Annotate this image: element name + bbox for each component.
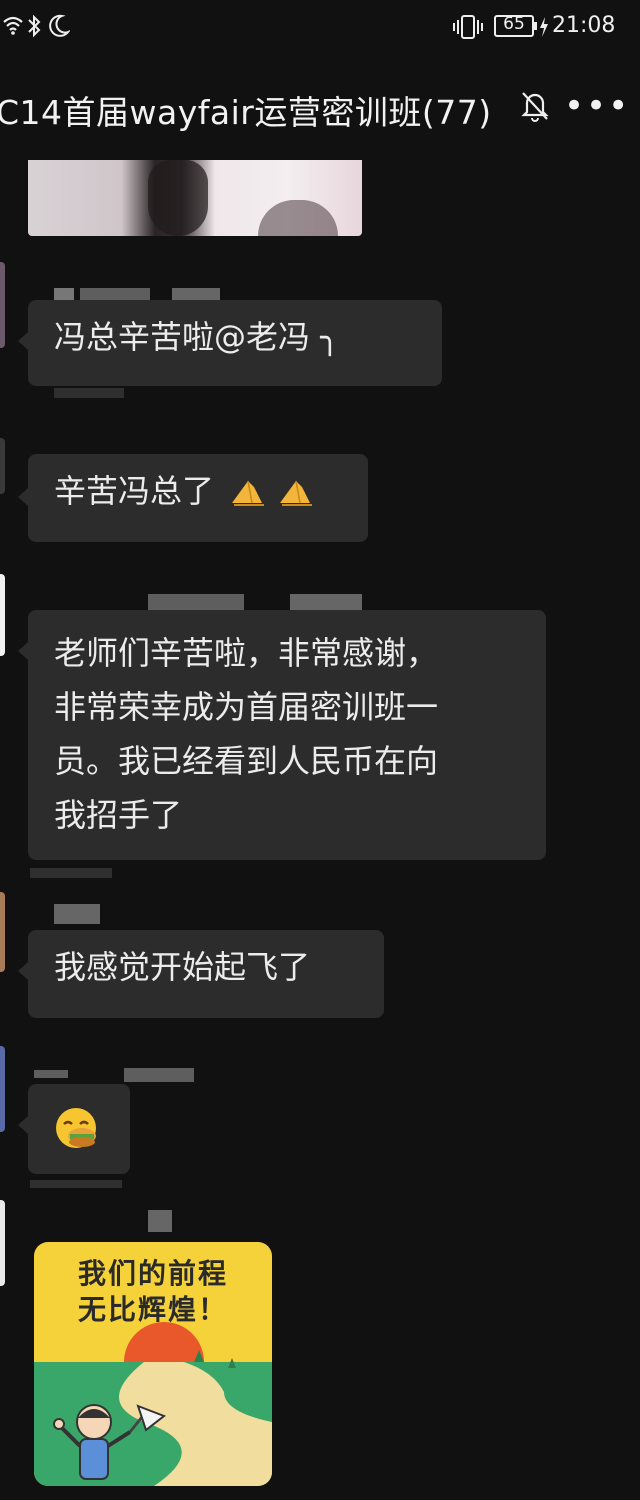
sender-name: [34, 1070, 68, 1078]
bubble-tail: [18, 642, 28, 660]
message-bubble[interactable]: [28, 1084, 130, 1174]
bubble-tail: [18, 962, 28, 980]
vibrate-icon: [453, 15, 483, 39]
charging-bolt-icon: [540, 17, 548, 37]
message-line: 非常荣幸成为首届密训班一: [54, 688, 439, 726]
eating-face-emoji-icon: [56, 1108, 96, 1148]
bubble-tail: [18, 488, 28, 506]
message-line: 员。我已经看到人民币在向: [54, 742, 439, 780]
sender-name: [290, 594, 362, 610]
do-not-disturb-moon-icon: [49, 14, 70, 37]
sticker-message[interactable]: 我们的前程 无比辉煌！: [34, 1242, 272, 1486]
battery-tip: [534, 22, 537, 30]
message-text: 冯总辛苦啦@老冯 ╮: [54, 318, 340, 356]
redacted-strip: [30, 868, 112, 878]
message-text: 我感觉开始起飞了: [54, 948, 311, 986]
clock: 21:08: [552, 13, 616, 38]
clapping-hands-emoji-icon: [280, 480, 313, 506]
message-bubble[interactable]: 我感觉开始起飞了: [28, 930, 384, 1018]
bubble-tail: [18, 1116, 28, 1134]
message-line: 我招手了: [54, 796, 183, 834]
avatar[interactable]: [0, 892, 5, 972]
message-text: 辛苦冯总了: [54, 472, 215, 510]
chat-title: C14首届wayfair运营密训班(77): [0, 93, 492, 132]
redacted-strip: [54, 388, 124, 398]
muted-bell-icon[interactable]: [520, 90, 550, 122]
battery-icon: 65: [494, 14, 534, 37]
bluetooth-icon: [28, 14, 41, 38]
avatar[interactable]: [0, 574, 5, 656]
sender-name: [148, 1210, 172, 1232]
redacted-strip: [30, 1180, 122, 1188]
avatar[interactable]: [0, 262, 5, 348]
battery-level: 65: [503, 14, 525, 34]
wifi-icon: [3, 16, 23, 35]
bubble-tail: [18, 332, 28, 350]
avatar[interactable]: [0, 1046, 5, 1132]
status-bar: 65 21:08: [0, 0, 640, 54]
clapping-hands-emoji-icon: [232, 480, 265, 506]
sender-name: [148, 594, 244, 610]
avatar[interactable]: [0, 1200, 5, 1286]
message-bubble[interactable]: 辛苦冯总了: [28, 454, 368, 542]
more-options-icon[interactable]: •••: [564, 86, 630, 126]
message-bubble[interactable]: 冯总辛苦啦@老冯 ╮: [28, 300, 442, 386]
message-line: 老师们辛苦啦，非常感谢，: [54, 634, 439, 672]
sender-name: [54, 904, 100, 924]
sender-name: [124, 1068, 194, 1082]
sunrise-illustration: [34, 1322, 272, 1486]
message-bubble[interactable]: 老师们辛苦啦，非常感谢， 非常荣幸成为首届密训班一 员。我已经看到人民币在向 我…: [28, 610, 546, 860]
avatar[interactable]: [0, 438, 5, 494]
photo-message[interactable]: [28, 160, 362, 236]
sticker-text-line1: 我们的前程: [77, 1257, 228, 1290]
